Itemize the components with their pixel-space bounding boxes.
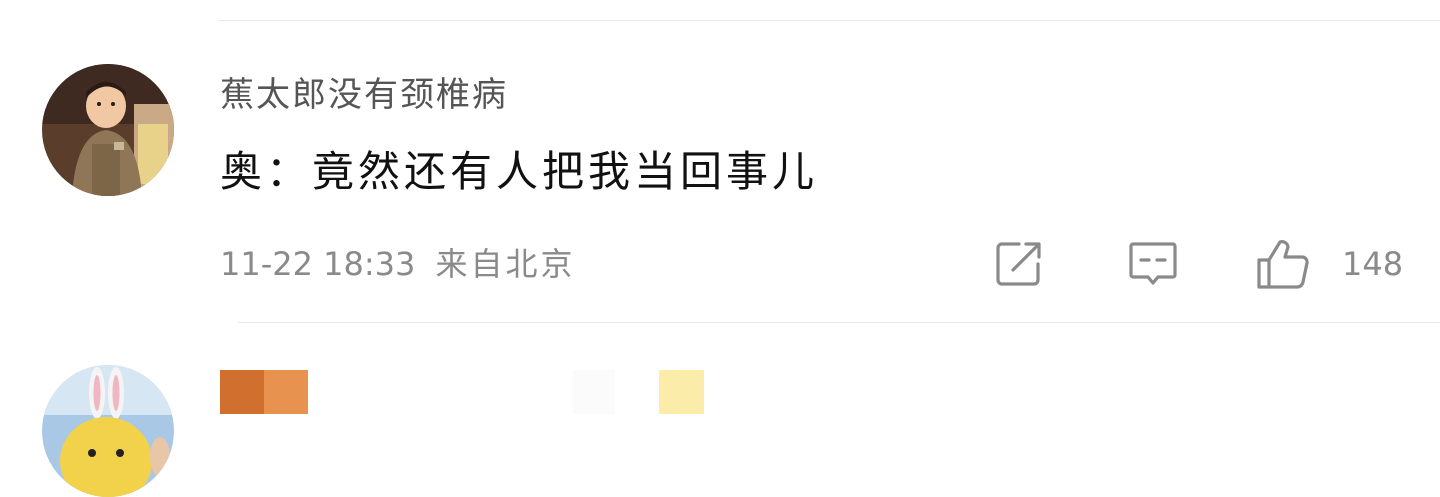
redacted-block — [659, 370, 704, 414]
like-count: 148 — [1342, 245, 1404, 283]
location: 来自北京 — [435, 245, 576, 283]
comment-item: 蕉太郎没有颈椎病 奥：竟然还有人把我当回事儿 11-22 18:33 来自北京 … — [0, 0, 1440, 322]
comment-meta: 11-22 18:33 来自北京 — [220, 240, 576, 288]
timestamp: 11-22 18:33 — [220, 245, 416, 283]
redacted-block — [573, 370, 615, 414]
avatar[interactable] — [42, 365, 174, 497]
comment-text: 奥：竟然还有人把我当回事儿 — [220, 147, 819, 196]
redacted-block — [220, 370, 264, 414]
comment-button[interactable] — [1126, 236, 1180, 292]
avatar[interactable] — [42, 64, 174, 196]
redacted-block — [264, 370, 308, 414]
thumbs-up-icon — [1257, 240, 1309, 289]
share-icon — [996, 242, 1041, 286]
comment-icon — [1129, 242, 1177, 285]
username[interactable]: 蕉太郎没有颈椎病 — [220, 70, 508, 120]
comment-item — [0, 323, 1440, 497]
share-button[interactable] — [993, 236, 1045, 292]
like-button[interactable]: 148 — [1254, 236, 1403, 292]
